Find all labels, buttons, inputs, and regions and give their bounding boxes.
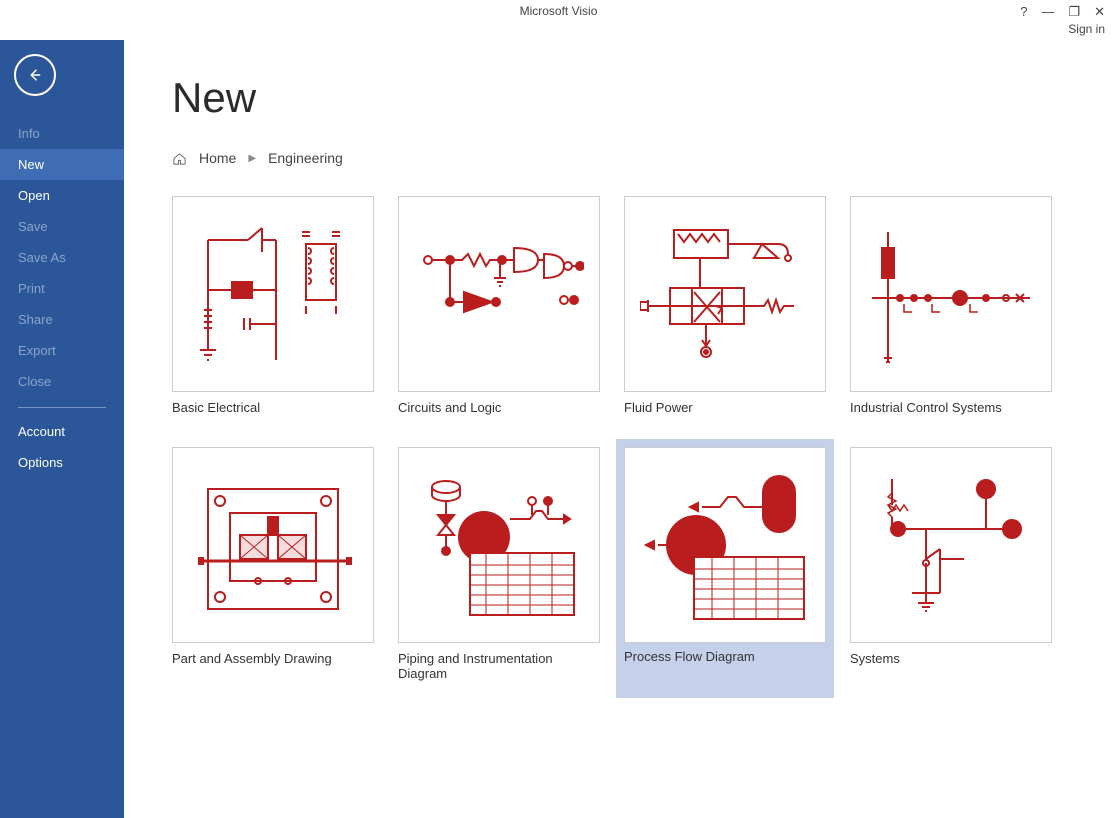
- breadcrumb-current: Engineering: [268, 150, 343, 166]
- sidebar-item-options[interactable]: Options: [0, 447, 124, 478]
- template-thumbnail: [850, 196, 1052, 392]
- template-thumbnail: [624, 447, 826, 643]
- sidebar-item-account[interactable]: Account: [0, 416, 124, 447]
- sidebar-item-save-as[interactable]: Save As: [0, 242, 124, 273]
- template-thumbnail: [172, 447, 374, 643]
- help-icon[interactable]: ?: [1020, 5, 1027, 18]
- minimize-button[interactable]: —: [1041, 5, 1054, 18]
- template-label: Circuits and Logic: [398, 400, 600, 415]
- chevron-right-icon: ▶: [248, 153, 256, 164]
- template-fluid-power[interactable]: Fluid Power: [624, 196, 826, 415]
- back-button[interactable]: [14, 54, 56, 96]
- sidebar-item-share[interactable]: Share: [0, 304, 124, 335]
- template-piping-and-instrumentation-diagram[interactable]: Piping and Instrumentation Diagram: [398, 447, 600, 690]
- template-circuits-and-logic[interactable]: Circuits and Logic: [398, 196, 600, 415]
- sidebar-item-close[interactable]: Close: [0, 366, 124, 397]
- sidebar-item-new[interactable]: New: [0, 149, 124, 180]
- sidebar-item-open[interactable]: Open: [0, 180, 124, 211]
- template-label: Systems: [850, 651, 1052, 666]
- sidebar-separator: [18, 407, 106, 408]
- backstage-sidebar: InfoNewOpenSaveSave AsPrintShareExportCl…: [0, 40, 124, 818]
- template-label: Basic Electrical: [172, 400, 374, 415]
- template-label: Fluid Power: [624, 400, 826, 415]
- template-industrial-control-systems[interactable]: Industrial Control Systems: [850, 196, 1052, 415]
- breadcrumb: Home ▶ Engineering: [172, 150, 1117, 166]
- template-part-and-assembly-drawing[interactable]: Part and Assembly Drawing: [172, 447, 374, 690]
- template-thumbnail: [624, 196, 826, 392]
- template-grid: Basic Electrical Circuits and Logic Flui…: [172, 196, 1117, 690]
- template-thumbnail: [398, 447, 600, 643]
- template-thumbnail: [398, 196, 600, 392]
- template-systems[interactable]: Systems: [850, 447, 1052, 690]
- page-title: New: [172, 74, 1117, 122]
- sidebar-item-export[interactable]: Export: [0, 335, 124, 366]
- title-bar: Microsoft Visio ? — ❐ ✕: [0, 0, 1117, 22]
- back-arrow-icon: [26, 66, 44, 84]
- template-label: Process Flow Diagram: [624, 649, 826, 664]
- template-process-flow-diagram[interactable]: Process Flow Diagram: [624, 447, 826, 690]
- restore-button[interactable]: ❐: [1068, 5, 1080, 18]
- sidebar-item-save[interactable]: Save: [0, 211, 124, 242]
- template-thumbnail: [850, 447, 1052, 643]
- template-thumbnail: [172, 196, 374, 392]
- sidebar-item-info[interactable]: Info: [0, 118, 124, 149]
- breadcrumb-home[interactable]: Home: [199, 150, 236, 166]
- template-label: Industrial Control Systems: [850, 400, 1052, 415]
- sign-in-link[interactable]: Sign in: [1068, 22, 1105, 36]
- template-label: Piping and Instrumentation Diagram: [398, 651, 600, 681]
- template-label: Part and Assembly Drawing: [172, 651, 374, 666]
- template-basic-electrical[interactable]: Basic Electrical: [172, 196, 374, 415]
- home-icon[interactable]: [172, 151, 187, 166]
- close-button[interactable]: ✕: [1094, 5, 1105, 18]
- sidebar-item-print[interactable]: Print: [0, 273, 124, 304]
- backstage-main: New Home ▶ Engineering Basic Electrical …: [124, 40, 1117, 818]
- app-title: Microsoft Visio: [0, 4, 1117, 18]
